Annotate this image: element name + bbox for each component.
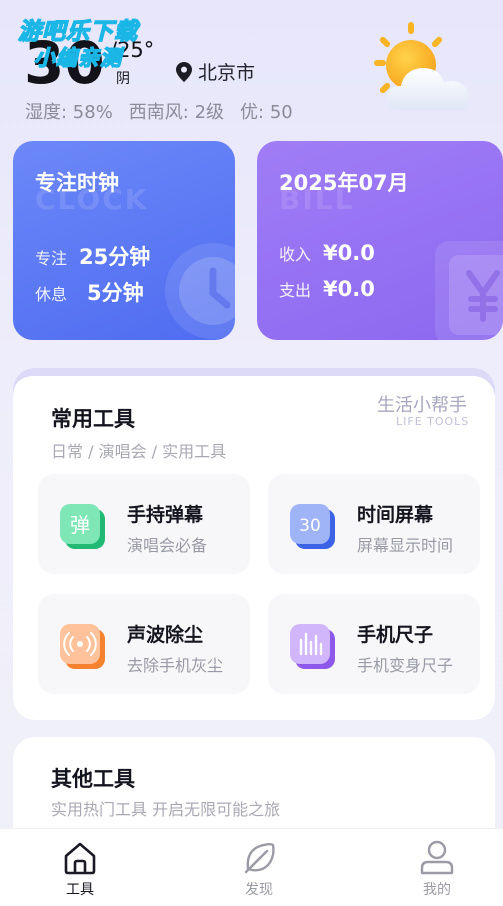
tool-name: 手持弹幕 — [127, 504, 204, 526]
weather-details: 湿度: 58% 西南风: 2级 优: 50 — [25, 98, 293, 124]
tool-name: 手机尺子 — [357, 624, 434, 646]
common-tools-panel: 生活小帮手 LIFE TOOLS 常用工具 日常 / 演唱会 / 实用工具 弹 … — [13, 368, 495, 720]
city-name: 北京市 — [198, 62, 256, 84]
nav-tools[interactable]: 工具 — [40, 839, 120, 905]
monthly-bill-card[interactable]: BILL 2025年07月 收入 ¥0.0 支出 ¥0.0 — [257, 141, 503, 340]
ruler-icon — [290, 624, 335, 669]
tool-name: 时间屏幕 — [357, 504, 434, 526]
humidity: 湿度: 58% — [25, 102, 113, 123]
wind: 西南风: 2级 — [128, 102, 225, 123]
yen-icon — [435, 241, 503, 340]
tool-desc: 手机变身尺子 — [357, 656, 454, 675]
income-value: ¥0.0 — [323, 241, 375, 265]
other-tools-subtitle: 实用热门工具 开启无限可能之旅 — [51, 800, 281, 819]
expense-row: 支出 ¥0.0 — [279, 277, 375, 301]
nav-label: 工具 — [66, 882, 94, 898]
watermark-line2: 小编亲测 — [33, 45, 122, 70]
bottom-navigation: 工具 发现 我的 — [0, 828, 503, 906]
leaf-icon — [244, 843, 275, 874]
focus-value: 25分钟 — [79, 245, 151, 269]
income-row: 收入 ¥0.0 — [279, 241, 375, 265]
other-tools-title: 其他工具 — [51, 767, 135, 791]
tool-desc: 屏幕显示时间 — [357, 536, 454, 555]
location-pin-icon — [176, 61, 192, 82]
life-helper-label: 生活小帮手 — [377, 395, 467, 416]
tool-name: 声波除尘 — [127, 624, 204, 646]
life-helper-english: LIFE TOOLS — [396, 415, 470, 428]
bill-card-title: 2025年07月 — [279, 171, 409, 195]
tool-desc: 演唱会必备 — [127, 536, 208, 555]
svg-text:弹: 弹 — [70, 513, 90, 537]
svg-text:30: 30 — [299, 516, 321, 536]
user-icon — [420, 840, 454, 875]
tool-desc: 去除手机灰尘 — [127, 656, 224, 675]
nav-discover[interactable]: 发现 — [219, 839, 299, 905]
watermark: 游吧乐下载 小编亲测 — [12, 6, 162, 70]
location-selector[interactable]: 北京市 — [176, 58, 255, 85]
rest-label: 休息 — [35, 285, 68, 304]
common-tools-title: 常用工具 — [51, 407, 135, 431]
time-screen-icon: 30 — [290, 504, 335, 549]
air-quality: 优: 50 — [240, 102, 293, 123]
sound-wave-icon — [60, 624, 105, 669]
danmu-icon: 弹 — [60, 504, 105, 549]
expense-value: ¥0.0 — [323, 277, 375, 301]
sun-cloud-icon — [374, 22, 470, 110]
focus-card-title: 专注时钟 — [35, 171, 119, 195]
nav-label: 我的 — [423, 882, 451, 898]
watermark-line1: 游吧乐下载 — [17, 18, 138, 45]
nav-label: 发现 — [245, 882, 273, 898]
focus-clock-card[interactable]: CLOCK 专注时钟 专注 25分钟 休息 5分钟 — [13, 141, 235, 340]
income-label: 收入 — [279, 245, 312, 264]
common-tools-subtitle: 日常 / 演唱会 / 实用工具 — [51, 442, 227, 461]
tool-ruler[interactable]: 手机尺子 手机变身尺子 — [268, 594, 480, 694]
tool-time-screen[interactable]: 30 时间屏幕 屏幕显示时间 — [268, 474, 480, 574]
nav-profile[interactable]: 我的 — [397, 839, 477, 905]
clock-icon — [165, 243, 235, 339]
focus-duration-row: 专注 25分钟 — [35, 241, 150, 271]
tool-sound-dust[interactable]: 声波除尘 去除手机灰尘 — [38, 594, 250, 694]
rest-value: 5分钟 — [87, 281, 144, 305]
tool-danmu[interactable]: 弹 手持弹幕 演唱会必备 — [38, 474, 250, 574]
home-icon — [64, 842, 96, 875]
expense-label: 支出 — [279, 281, 312, 300]
rest-duration-row: 休息 5分钟 — [35, 277, 144, 307]
focus-label: 专注 — [35, 249, 68, 268]
